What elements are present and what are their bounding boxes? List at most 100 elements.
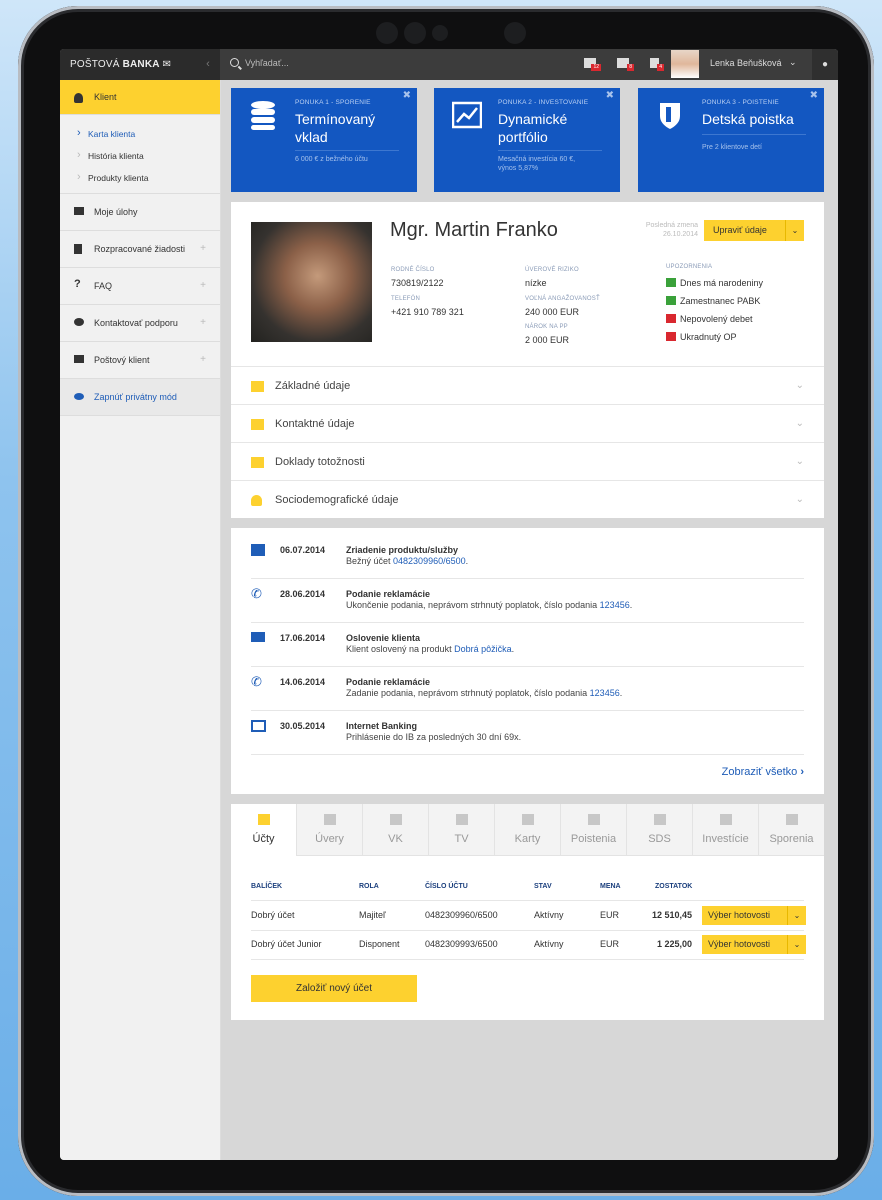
phone: +421 910 789 321 — [391, 307, 464, 317]
expand-icon[interactable]: + — [200, 268, 206, 304]
sidebar-item-pending-requests[interactable]: Rozpracované žiadosti + — [60, 231, 220, 268]
book-icon — [389, 814, 402, 825]
search-icon — [230, 58, 239, 67]
close-icon[interactable]: ✖ — [403, 90, 411, 101]
offer-desc: Pre 2 klientove detí — [702, 143, 812, 152]
tab-vk[interactable]: VK — [363, 804, 429, 856]
product-link[interactable]: Dobrá pôžička — [454, 644, 512, 654]
tab-savings[interactable]: Sporenia — [759, 804, 824, 856]
tab-investments[interactable]: Investície — [693, 804, 759, 856]
chevron-down-icon: ⌄ — [795, 418, 804, 429]
monitor-icon — [251, 720, 266, 732]
chevron-down-icon[interactable]: ⌄ — [787, 935, 806, 954]
sidebar-sub-client-card[interactable]: Karta klienta — [60, 122, 220, 145]
cell-state: Aktívny — [534, 939, 564, 949]
warning-text: Zamestnanec PABK — [680, 296, 761, 306]
collapse-sidebar-icon[interactable]: ‹ — [206, 49, 210, 80]
expand-icon[interactable]: + — [200, 342, 206, 378]
birth-number: 730819/2122 — [391, 278, 444, 288]
column-header: ZOSTATOK — [655, 883, 693, 890]
sidebar-item-contact-support[interactable]: Kontaktovať podporu + — [60, 305, 220, 342]
warning-text: Ukradnutý OP — [680, 332, 737, 342]
bank-icon — [666, 296, 676, 305]
tab-label: Investície — [702, 833, 749, 845]
tab-label: TV — [454, 833, 469, 845]
cell-role: Disponent — [359, 939, 400, 949]
logo[interactable]: POŠTOVÁ BANKA ✉ ‹ — [60, 49, 220, 80]
accordion-label: Kontaktné údaje — [275, 418, 355, 430]
timeline-desc-text: Bežný účet — [346, 556, 394, 566]
chevron-down-icon[interactable]: ⌄ — [789, 57, 797, 68]
private-mode-toggle[interactable]: Zapnúť privátny mód — [60, 379, 220, 416]
chevron-down-icon[interactable]: ⌄ — [785, 220, 804, 241]
chat-icon — [74, 318, 84, 326]
tab-loans[interactable]: Úvery — [297, 804, 363, 856]
accordion-basic-data[interactable]: Základné údaje ⌄ — [231, 366, 824, 404]
coins-icon — [251, 101, 275, 130]
search-input[interactable]: Vyhľadať... — [230, 57, 289, 68]
search-placeholder: Vyhľadať... — [245, 58, 289, 68]
phone-icon: ✆ — [251, 586, 262, 601]
sidebar-item-faq[interactable]: ? FAQ + — [60, 268, 220, 305]
umbrella-icon — [653, 814, 666, 825]
phone-icon: ✆ — [251, 674, 262, 689]
row-divider — [251, 930, 804, 931]
cash-withdrawal-button[interactable]: Výber hotovosti ⌄ — [702, 935, 806, 954]
messages-icon[interactable]: 12 — [584, 58, 601, 71]
complaint-link[interactable]: 123456 — [600, 600, 630, 610]
accordion-id-documents[interactable]: Doklady totožnosti ⌄ — [231, 442, 824, 480]
cell-account: 0482309993/6500 — [425, 939, 498, 949]
chevron-down-icon[interactable]: ⌄ — [787, 906, 806, 925]
card-icon — [666, 332, 676, 341]
timeline-desc-end: . — [629, 600, 633, 610]
offer-desc: 6 000 € z bežného účtu — [295, 155, 405, 164]
tab-sds[interactable]: SDS — [627, 804, 693, 856]
sidebar-sub-client-products[interactable]: Produkty klienta — [60, 166, 220, 189]
close-icon[interactable]: ✖ — [606, 90, 614, 101]
tab-label: Úvery — [315, 833, 344, 845]
sidebar-item-postal-client[interactable]: Poštový klient + — [60, 342, 220, 379]
column-header: ROLA — [359, 883, 379, 890]
chat-icon[interactable]: ● — [812, 49, 838, 80]
chart-icon — [452, 101, 482, 129]
offer-desc-line1: Mesačná investícia 60 €, — [498, 156, 576, 163]
sidebar-submenu: Karta klienta História klienta Produkty … — [60, 115, 220, 194]
account-link[interactable]: 0482309960/6500 — [393, 556, 466, 566]
products-card: Účty Úvery VK TV Karty Poistenia SDS Inv… — [231, 804, 824, 1020]
tab-insurance[interactable]: Poistenia — [561, 804, 627, 856]
accordion-sociodemographic[interactable]: Sociodemografické údaje ⌄ — [231, 480, 824, 518]
tab-cards[interactable]: Karty — [495, 804, 561, 856]
sidebar-sub-client-history[interactable]: História klienta — [60, 144, 220, 167]
expand-icon[interactable]: + — [200, 231, 206, 267]
tab-label: SDS — [648, 833, 671, 845]
complaint-link[interactable]: 123456 — [590, 688, 620, 698]
edit-data-button[interactable]: Upraviť údaje ⌄ — [704, 220, 804, 241]
sidebar-item-my-tasks[interactable]: Moje úlohy — [60, 194, 220, 231]
client-profile-card: Mgr. Martin Franko Posledná zmena 26.10.2… — [231, 202, 824, 518]
timeline-entry: 30.05.2014 Internet Banking Prihlásenie … — [251, 720, 804, 755]
offer-card-1[interactable]: ✖ PONUKA 1 - SPORENIE Termínovaný vklad 6… — [231, 88, 417, 192]
offer-desc-line1: Pre 2 klientove detí — [702, 144, 762, 151]
birth-number-label: RODNÉ ČÍSLO — [391, 267, 435, 273]
documents-icon[interactable]: 4 — [650, 58, 664, 71]
tab-accounts[interactable]: Účty — [231, 804, 297, 856]
tab-tv[interactable]: TV — [429, 804, 495, 856]
user-name[interactable]: Lenka Beňušková — [710, 58, 782, 68]
show-all-link[interactable]: Zobraziť všetko › — [722, 766, 804, 778]
phone-label: TELEFÓN — [391, 296, 421, 302]
tasks-icon[interactable]: 8 — [617, 58, 634, 71]
last-change: Posledná zmena 26.10.2014 — [626, 221, 698, 239]
timeline-desc-end: . — [619, 688, 623, 698]
cell-state: Aktívny — [534, 910, 564, 920]
expand-icon[interactable]: + — [200, 305, 206, 341]
offer-card-2[interactable]: ✖ PONUKA 2 - INVESTOVANIE Dynamické portf… — [434, 88, 620, 192]
sidebar-item-client[interactable]: Klient — [60, 80, 220, 115]
accordion-label: Základné údaje — [275, 380, 351, 392]
offer-card-3[interactable]: ✖ PONUKA 3 - POISTENIE Detská poistka Pr… — [638, 88, 824, 192]
accordion-contact-data[interactable]: Kontaktné údaje ⌄ — [231, 404, 824, 442]
open-new-account-button[interactable]: Založiť nový účet — [251, 975, 417, 1002]
client-name: Mgr. Martin Franko — [390, 219, 558, 241]
avatar[interactable] — [671, 50, 699, 78]
cash-withdrawal-button[interactable]: Výber hotovosti ⌄ — [702, 906, 806, 925]
close-icon[interactable]: ✖ — [810, 90, 818, 101]
